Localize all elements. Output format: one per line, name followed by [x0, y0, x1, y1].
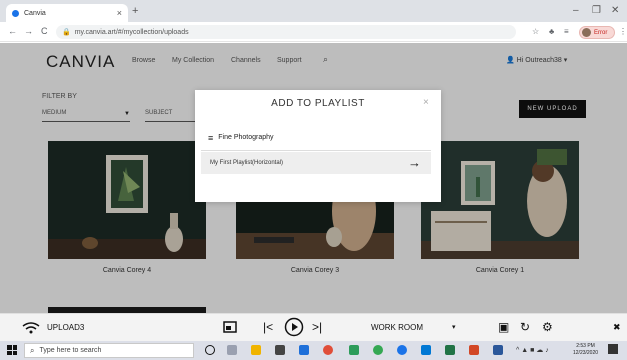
wifi-icon — [22, 322, 40, 334]
app-icon[interactable] — [421, 345, 431, 355]
back-button[interactable]: ← — [8, 26, 17, 36]
minimize-button[interactable]: – — [573, 5, 579, 16]
system-tray-icons[interactable]: ^ ▲ ■ ☁ ♪ — [516, 346, 549, 354]
app-icon[interactable] — [323, 345, 333, 355]
playlist-icon[interactable]: ≡ — [564, 27, 569, 36]
clock-date: 12/23/2020 — [573, 350, 599, 356]
lock-icon: 🔒 — [62, 29, 71, 36]
settings-icon[interactable]: ⚙ — [542, 320, 553, 334]
tab-title: Canvia — [24, 9, 46, 17]
media-control-bar: UPLOAD3 |< >| WORK ROOM ▾ ▣ ↻ ⚙ ✖ — [0, 313, 627, 341]
notifications-icon[interactable] — [608, 344, 618, 354]
cortana-icon[interactable] — [205, 345, 215, 355]
cast-icon[interactable] — [223, 321, 237, 333]
timer-icon[interactable]: ↻ — [520, 320, 530, 334]
avatar — [582, 28, 591, 37]
mail-icon[interactable] — [299, 345, 309, 355]
store-icon[interactable] — [275, 345, 285, 355]
new-tab-button[interactable]: + — [132, 5, 138, 17]
canvia-favicon-icon — [12, 9, 19, 17]
extension-icon[interactable]: ♣ — [549, 27, 554, 36]
windows-start-icon[interactable] — [7, 345, 17, 355]
playlist-name: My First Playlist(Horizontal) — [210, 160, 284, 166]
task-view-icon[interactable] — [227, 345, 237, 355]
excel-icon[interactable] — [445, 345, 455, 355]
tab-close-icon[interactable]: × — [117, 8, 122, 18]
taskbar-search-placeholder: Type here to search — [39, 347, 102, 354]
browser-menu-icon[interactable]: ⋮ — [619, 27, 627, 36]
device-name[interactable]: UPLOAD3 — [47, 323, 84, 332]
file-explorer-icon[interactable] — [251, 345, 261, 355]
profile-button[interactable]: Error — [579, 26, 615, 39]
close-icon[interactable]: ✖ — [613, 322, 621, 333]
windows-taskbar: ⌕ Type here to search ^ ▲ ■ ☁ ♪ 2:53 PM … — [0, 341, 627, 360]
close-icon[interactable]: × — [423, 97, 429, 108]
app-icon[interactable] — [349, 345, 359, 355]
dialog-title: ADD TO PLAYLIST — [271, 98, 365, 109]
chevron-down-icon[interactable]: ▾ — [452, 323, 456, 331]
playlist-lines-icon: ≡ — [208, 132, 214, 143]
maximize-button[interactable]: ❐ — [592, 5, 601, 16]
bookmark-star-icon[interactable]: ☆ — [532, 27, 539, 36]
skip-next-icon[interactable]: >| — [312, 320, 322, 334]
profile-status: Error — [594, 29, 608, 36]
skip-previous-icon[interactable]: |< — [263, 320, 273, 334]
chrome-icon[interactable] — [373, 345, 383, 355]
url-text: my.canvia.art/#/mycollection/uploads — [74, 28, 189, 36]
room-select-value[interactable]: WORK ROOM — [371, 323, 423, 332]
browser-tab[interactable]: Canvia × — [6, 4, 128, 22]
search-icon: ⌕ — [30, 345, 35, 355]
browser-tab-bar: Canvia × + – ❐ ✕ — [0, 0, 627, 22]
address-toolbar: ← → C 🔒 my.canvia.art/#/mycollection/upl… — [0, 22, 627, 42]
word-icon[interactable] — [493, 345, 503, 355]
play-icon[interactable] — [284, 317, 304, 337]
app-icon[interactable] — [397, 345, 407, 355]
playlist-option[interactable]: ≡ Fine Photography — [201, 125, 431, 151]
playlist-option[interactable]: My First Playlist(Horizontal) → — [201, 152, 431, 174]
powerpoint-icon[interactable] — [469, 345, 479, 355]
clock-time: 2:53 PM — [576, 343, 595, 349]
address-bar[interactable]: 🔒 my.canvia.art/#/mycollection/uploads — [56, 25, 516, 39]
forward-button[interactable]: → — [24, 26, 33, 36]
taskbar-search-input[interactable]: ⌕ Type here to search — [24, 343, 194, 358]
add-to-playlist-dialog: ADD TO PLAYLIST × ≡ Fine Photography My … — [195, 90, 441, 202]
playlist-name: Fine Photography — [218, 134, 274, 141]
arrow-right-icon[interactable]: → — [408, 155, 421, 170]
taskbar-clock[interactable]: 2:53 PM 12/23/2020 — [573, 343, 598, 357]
reload-button[interactable]: C — [41, 26, 48, 36]
calendar-icon[interactable]: ▣ — [498, 320, 509, 334]
window-close-button[interactable]: ✕ — [611, 5, 619, 16]
